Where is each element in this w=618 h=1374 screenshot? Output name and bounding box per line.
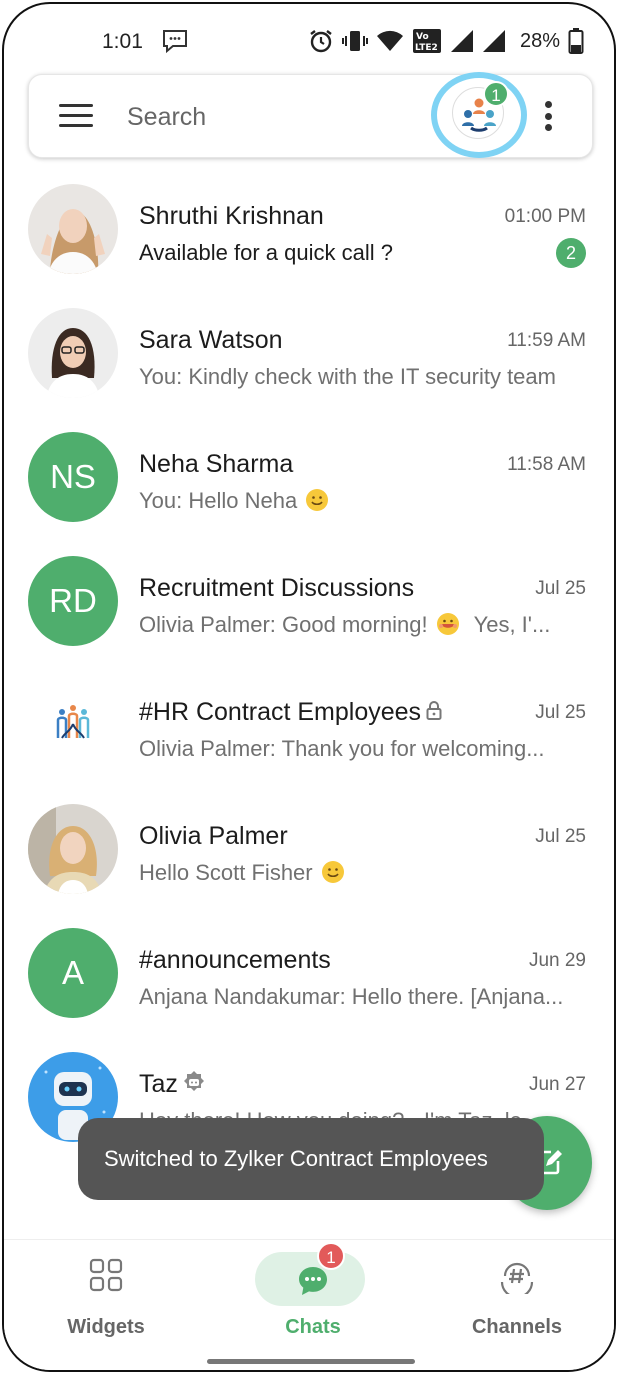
chat-item-sara-watson[interactable]: Sara Watson 11:59 AM You: Kindly check w…: [4, 296, 614, 420]
nav-label: Channels: [471, 1316, 563, 1338]
chat-time: Jul 25: [535, 826, 586, 847]
chat-name: Olivia Palmer: [139, 822, 288, 850]
status-icons: Vo LTE2 28%: [308, 26, 584, 56]
status-time: 1:01: [102, 30, 143, 53]
chat-preview-extra: Yes, I'...: [473, 612, 551, 637]
alarm-icon: [310, 30, 332, 53]
phone-frame: 1:01 Vo LTE2 28% Search 1 Shruthi Krishn…: [2, 2, 616, 1372]
chat-time: 11:59 AM: [507, 330, 586, 351]
chat-preview: Anjana Nandakumar: Hello there. [Anjana.…: [139, 984, 564, 1009]
chat-name: Sara Watson: [139, 326, 283, 354]
more-options-icon[interactable]: [545, 101, 553, 133]
nav-widgets[interactable]: Widgets: [26, 1240, 186, 1350]
signal-icon: [450, 30, 473, 52]
chat-time: Jun 29: [528, 950, 586, 971]
channels-icon: [500, 1262, 534, 1294]
avatar: [28, 308, 118, 398]
chat-preview-text: Olivia Palmer: Good morning!: [139, 612, 428, 637]
chat-name: Taz: [139, 1070, 206, 1099]
chat-name: Recruitment Discussions: [139, 574, 415, 602]
wifi-icon: [376, 30, 403, 51]
bottom-nav: Widgets 1 Chats Channels: [4, 1239, 614, 1370]
chat-item-shruthi-krishnan[interactable]: Shruthi Krishnan 01:00 PM Available for …: [4, 172, 614, 296]
chat-item-announcements[interactable]: A #announcements Jun 29 Anjana Nandakuma…: [4, 916, 614, 1040]
status-bar: 1:01 Vo LTE2 28%: [4, 4, 614, 74]
chat-name: #HR Contract Employees: [139, 698, 443, 727]
avatar: RD: [28, 556, 118, 646]
chat-time: 11:58 AM: [507, 454, 586, 475]
avatar: [28, 184, 118, 274]
chat-preview: You: Hello Neha: [139, 488, 594, 514]
chat-time: Jul 25: [535, 578, 586, 599]
smiley-emoji-icon: [306, 489, 329, 511]
avatar: NS: [28, 432, 118, 522]
bot-badge-icon: [183, 1071, 204, 1091]
channel-logo-icon: [28, 680, 118, 770]
chat-time: Jun 27: [528, 1074, 586, 1095]
vibrate-icon: [341, 31, 368, 51]
chat-preview: You: Kindly check with the IT security t…: [139, 364, 556, 389]
grinning-emoji-icon: [436, 613, 459, 635]
org-notification-badge: 1: [483, 81, 509, 107]
search-bar[interactable]: Search 1: [28, 72, 593, 160]
chat-time: 01:00 PM: [504, 206, 586, 227]
volte-icon: Vo LTE2: [412, 29, 441, 53]
lock-icon: [426, 701, 442, 720]
chats-notification-badge: 1: [317, 1242, 345, 1270]
smiley-emoji-icon: [321, 861, 344, 883]
widgets-icon: [89, 1258, 123, 1292]
chat-preview: Hello Scott Fisher: [139, 860, 594, 886]
nav-chats[interactable]: 1 Chats: [233, 1240, 393, 1350]
home-indicator[interactable]: [207, 1359, 415, 1364]
battery-percent: 28%: [519, 29, 560, 52]
chat-name: Neha Sharma: [139, 450, 294, 478]
chat-item-recruitment-discussions[interactable]: RD Recruitment Discussions Jul 25 Olivia…: [4, 544, 614, 668]
search-input[interactable]: Search: [127, 103, 206, 132]
chat-item-olivia-palmer[interactable]: Olivia Palmer Jul 25 Hello Scott Fisher: [4, 792, 614, 916]
svg-text:Vo: Vo: [416, 32, 429, 42]
chat-name: #announcements: [139, 946, 331, 974]
chat-notification-icon: [163, 30, 187, 54]
chat-name: Shruthi Krishnan: [139, 202, 324, 230]
signal-icon: [482, 30, 505, 52]
nav-channels[interactable]: Channels: [437, 1240, 597, 1350]
battery-icon: [568, 28, 584, 54]
chat-preview: Olivia Palmer: Thank you for welcoming..…: [139, 736, 545, 761]
chat-name-text: #HR Contract Employees: [139, 698, 422, 726]
chat-time: Jul 25: [535, 702, 586, 723]
chat-name-text: Taz: [139, 1070, 178, 1098]
nav-label: Widgets: [67, 1316, 145, 1338]
chat-item-neha-sharma[interactable]: NS Neha Sharma 11:58 AM You: Hello Neha: [4, 420, 614, 544]
chat-preview-text: Hello Scott Fisher: [139, 860, 313, 885]
chats-icon: [299, 1267, 327, 1295]
nav-label: Chats: [285, 1316, 341, 1338]
chat-preview: Available for a quick call ?: [139, 240, 393, 265]
menu-icon[interactable]: [59, 104, 93, 128]
org-switcher-button[interactable]: 1: [431, 72, 529, 160]
chat-item-hr-contract-employees[interactable]: #HR Contract Employees Jul 25 Olivia Pal…: [4, 668, 614, 792]
toast-message: Switched to Zylker Contract Employees: [78, 1118, 544, 1200]
avatar: A: [28, 928, 118, 1018]
svg-text:LTE2: LTE2: [415, 43, 438, 53]
unread-count-badge: 2: [556, 238, 586, 268]
chat-preview-text: You: Hello Neha: [139, 488, 298, 513]
chat-preview: Olivia Palmer: Good morning! Yes, I'...: [139, 612, 594, 638]
avatar: [28, 804, 118, 894]
